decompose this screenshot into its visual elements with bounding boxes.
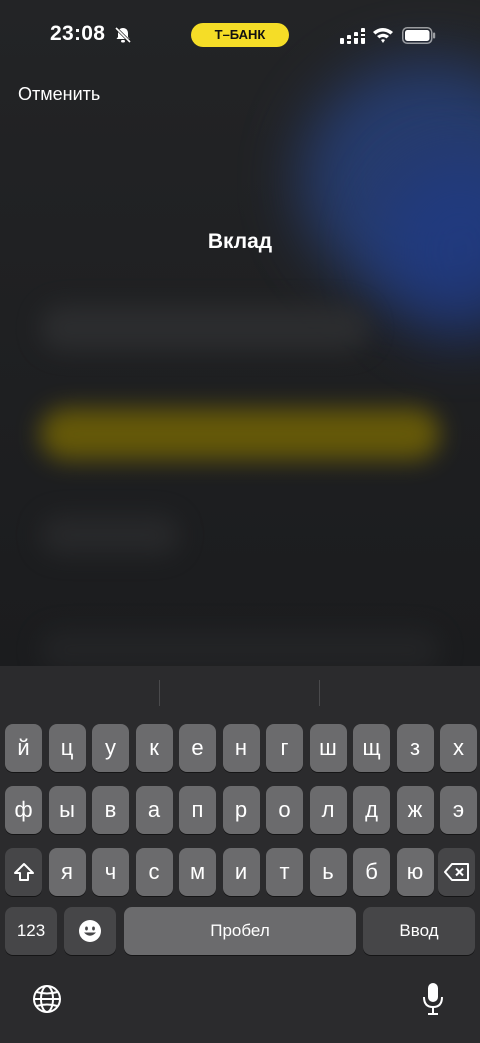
key-э[interactable]: э [440,786,477,834]
key-я[interactable]: я [48,848,86,896]
key-а[interactable]: а [135,786,173,834]
blurred-row [40,630,440,666]
key-п[interactable]: п [179,786,216,834]
emoji-icon [79,920,101,942]
key-ш[interactable]: ш [309,724,347,772]
cancel-button[interactable]: Отменить [18,84,100,105]
suggestion-bar [0,666,480,718]
key-й[interactable]: й [5,724,42,772]
enter-key[interactable]: Ввод [363,907,475,955]
key-з[interactable]: з [396,724,434,772]
globe-icon[interactable] [32,984,62,1014]
key-к[interactable]: к [135,724,173,772]
numbers-key[interactable]: 123 [5,907,57,955]
blurred-yellow-button [40,408,440,460]
bell-slash-icon [114,26,132,44]
space-key[interactable]: Пробел [124,907,356,955]
backspace-icon [443,863,469,881]
blurred-row [40,305,370,351]
key-о[interactable]: о [266,786,303,834]
carrier-badge: Т–БАНК [191,23,289,47]
key-х[interactable]: х [440,724,477,772]
key-г[interactable]: г [266,724,303,772]
key-ы[interactable]: ы [48,786,86,834]
shift-key[interactable] [5,848,42,896]
backspace-key[interactable] [438,848,475,896]
signal-icon [340,28,365,44]
key-и[interactable]: и [222,848,260,896]
key-т[interactable]: т [266,848,303,896]
key-ф[interactable]: ф [5,786,42,834]
suggestion-divider [319,680,320,706]
microphone-icon[interactable] [422,982,444,1016]
key-ю[interactable]: ю [396,848,434,896]
key-б[interactable]: б [353,848,390,896]
shift-icon [13,863,34,881]
key-е[interactable]: е [179,724,216,772]
key-щ[interactable]: щ [353,724,390,772]
key-ч[interactable]: ч [92,848,129,896]
wifi-icon [373,28,393,43]
page-title: Вклад [207,230,273,253]
key-м[interactable]: м [179,848,216,896]
key-л[interactable]: л [309,786,347,834]
status-time: 23:08 [50,22,106,45]
key-д[interactable]: д [353,786,390,834]
key-в[interactable]: в [92,786,129,834]
key-у[interactable]: у [92,724,129,772]
key-ж[interactable]: ж [396,786,434,834]
key-н[interactable]: н [222,724,260,772]
battery-icon [402,27,436,44]
key-с[interactable]: с [135,848,173,896]
key-ь[interactable]: ь [309,848,347,896]
status-bar: 23:08 Т–БАНК [0,0,480,70]
suggestion-divider [159,680,160,706]
key-ц[interactable]: ц [48,724,86,772]
emoji-key[interactable] [64,907,116,955]
key-р[interactable]: р [222,786,260,834]
blurred-row [40,515,180,555]
keyboard: йцукенгшщзх фывапролджэ ячсмитьбю 123 Пр… [0,666,480,1043]
